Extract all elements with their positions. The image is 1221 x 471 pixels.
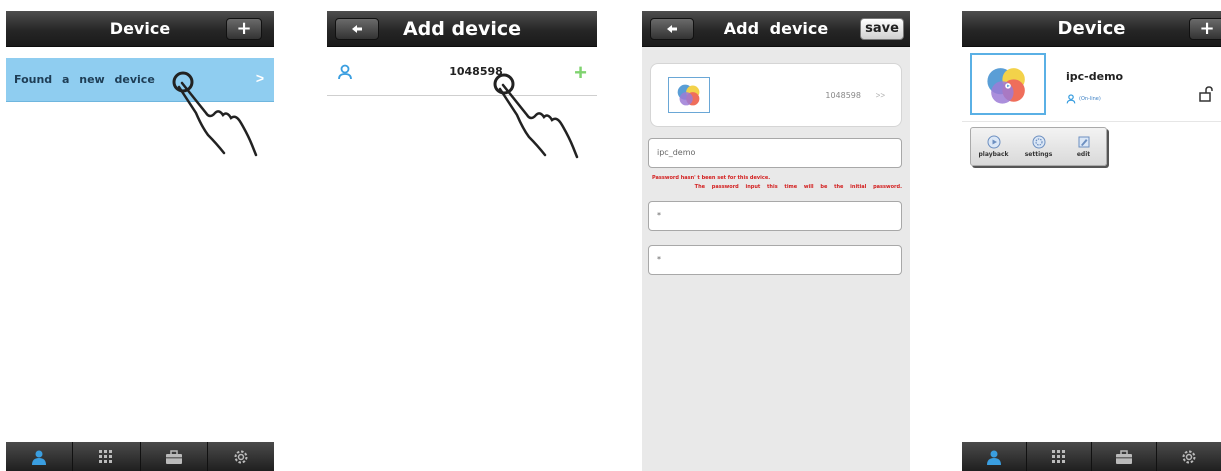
tab-grid[interactable] (73, 442, 141, 471)
tap-hand-icon (493, 73, 579, 159)
device-list-item[interactable]: ipc-demo (On-line) (962, 50, 1221, 122)
playback-label: playback (978, 151, 1009, 158)
screen-device-list-added: Device + ipc-demo (On-line) playback set… (962, 11, 1221, 471)
device-thumbnail-icon[interactable] (970, 53, 1046, 115)
password-warning-line1: Password hasn' t been set for this devic… (652, 175, 771, 181)
device-status: (On-line) (1066, 94, 1101, 104)
confirm-password-input[interactable]: * (648, 245, 902, 275)
device-status-label: (On-line) (1079, 96, 1101, 102)
tab-toolbox[interactable] (141, 442, 208, 471)
double-chevron-icon: >> (875, 91, 885, 100)
playback-action[interactable]: playback (971, 128, 1016, 165)
screen-add-device-list: Add device 1048598 + (327, 11, 597, 471)
device-name-label: ipc-demo (1066, 70, 1124, 83)
grid-icon (1052, 449, 1065, 463)
device-id-label: 1048598 (825, 91, 861, 100)
tab-devices[interactable] (962, 442, 1027, 471)
save-button[interactable]: save (860, 18, 904, 40)
edit-label: edit (1076, 151, 1091, 158)
found-new-device-label: Found a new device (14, 73, 155, 86)
person-icon (987, 450, 1001, 465)
title-bar: Device + (962, 11, 1221, 47)
toolbox-icon (165, 449, 182, 464)
settings-action[interactable]: settings (1016, 128, 1061, 165)
device-thumbnail-icon (668, 77, 710, 113)
tab-grid[interactable] (1027, 442, 1092, 471)
bottom-tab-bar (6, 442, 274, 471)
title-bar: Add device (327, 11, 597, 47)
toolbox-icon (1116, 449, 1132, 464)
settings-label: settings (1024, 151, 1053, 158)
unlock-icon[interactable] (1199, 86, 1213, 102)
tab-settings[interactable] (1157, 442, 1221, 471)
title-bar: Add device save (642, 11, 910, 47)
page-title: Add device (402, 18, 522, 40)
tab-settings[interactable] (208, 442, 274, 471)
password-input[interactable]: * (648, 201, 902, 231)
gear-icon (234, 450, 248, 463)
bottom-tab-bar (962, 442, 1221, 471)
tap-hand-icon (172, 71, 258, 157)
playback-icon (987, 135, 1000, 149)
screen-device-list-found: Device + Found a new device > (6, 11, 274, 471)
person-icon (32, 450, 47, 465)
device-card[interactable]: 1048598 >> (650, 63, 902, 127)
screen-add-device-form: Add device save 1048598 >> ipc_demo Pass… (642, 11, 910, 471)
settings-icon (1032, 135, 1045, 149)
edit-icon (1078, 136, 1089, 148)
person-icon (1066, 94, 1076, 104)
gear-icon (1182, 450, 1196, 463)
device-action-bar: playback settings edit (970, 127, 1107, 166)
tab-toolbox[interactable] (1092, 442, 1157, 471)
add-device-button[interactable]: + (1189, 18, 1221, 40)
page-title: Device (1057, 18, 1126, 39)
tab-devices[interactable] (6, 442, 74, 471)
grid-icon (99, 449, 113, 463)
edit-action[interactable]: edit (1061, 128, 1106, 165)
title-bar: Device + (6, 11, 274, 47)
password-warning-line2: The password input this time will be the… (694, 184, 902, 190)
add-device-button[interactable]: + (226, 18, 262, 40)
device-name-input[interactable]: ipc_demo (648, 138, 902, 168)
